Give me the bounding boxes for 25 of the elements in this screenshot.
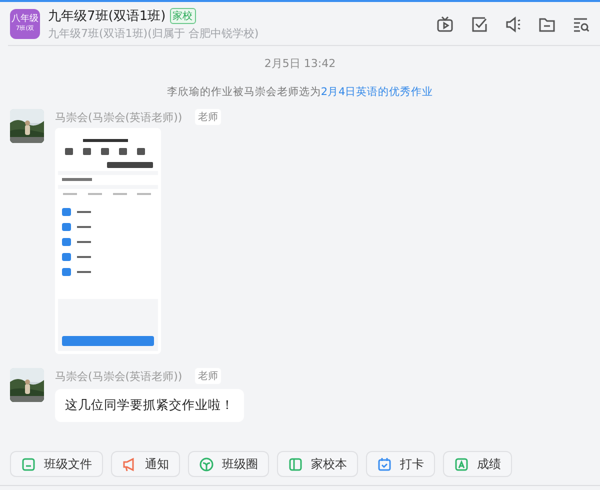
action-button[interactable]: 家校本 (277, 451, 358, 477)
notebook-icon (288, 456, 303, 472)
sender-name: 马崇会(马崇会(英语老师)) (55, 110, 184, 124)
action-button[interactable]: 班级圈 (188, 451, 269, 477)
group-subtitle: 九年级7班(双语1班)(归属于 合肥中锐学校) (48, 26, 260, 40)
circle-icon (199, 456, 214, 472)
video-icon[interactable] (436, 14, 454, 32)
system-notice: 李欣瑜的作业被马崇会老师选为2月4日英语的优秀作业 (166, 85, 434, 99)
action-button[interactable]: 通知 (111, 451, 180, 477)
file-icon (21, 456, 36, 472)
action-button[interactable]: 班级文件 (10, 451, 103, 477)
action-button[interactable]: 打卡 (366, 451, 435, 477)
message-bubble: 这几位同学要抓紧交作业啦！ (55, 389, 244, 422)
checkbox-icon[interactable] (470, 14, 488, 32)
action-button[interactable]: 成绩 (443, 451, 512, 477)
group-title: 九年级7班(双语1班) (48, 8, 166, 24)
group-badge: 家校 (170, 8, 196, 24)
megaphone-icon (122, 456, 137, 472)
speaker-icon[interactable] (504, 14, 522, 32)
sender-name: 马崇会(马崇会(英语老师)) (55, 368, 184, 384)
timestamp: 2月5日 13:42 (264, 56, 336, 71)
role-tag: 老师 (195, 109, 221, 125)
grade-icon (454, 456, 469, 472)
calendar-icon (377, 456, 392, 472)
role-tag: 老师 (195, 368, 221, 384)
